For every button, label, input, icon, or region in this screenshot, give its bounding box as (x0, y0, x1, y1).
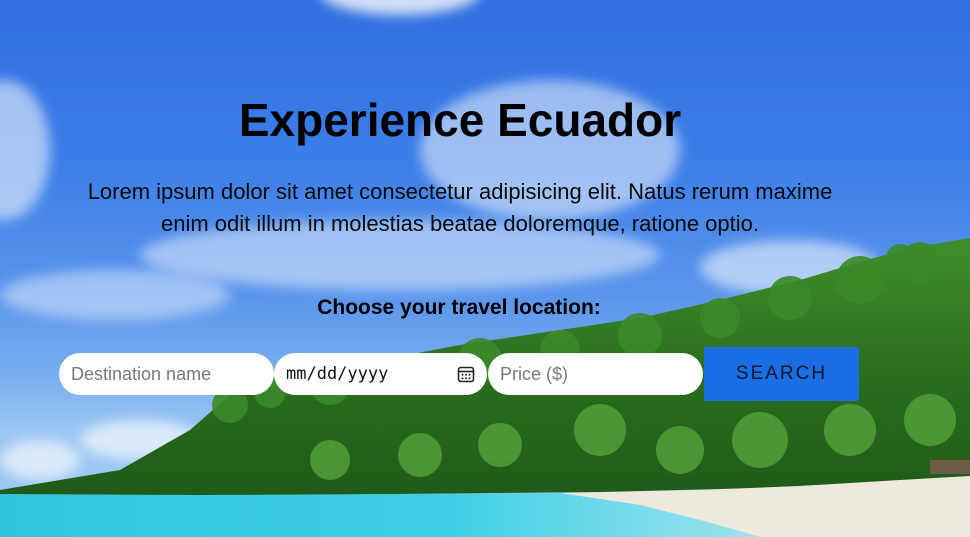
main-content: Experience Ecuador Lorem ipsum dolor sit… (0, 0, 970, 537)
date-input[interactable]: mm/dd/yyyy (286, 364, 388, 384)
destination-input[interactable] (71, 363, 262, 385)
price-field[interactable] (488, 353, 703, 395)
destination-field[interactable] (59, 353, 274, 395)
calendar-icon[interactable] (457, 365, 475, 383)
choose-location-label: Choose your travel location: (317, 296, 601, 319)
date-field[interactable]: mm/dd/yyyy (274, 353, 487, 395)
price-input[interactable] (500, 363, 691, 385)
search-button[interactable]: SEARCH (704, 347, 859, 401)
page-title: Experience Ecuador (238, 94, 682, 146)
hero-description: Lorem ipsum dolor sit amet consectetur a… (87, 179, 833, 236)
